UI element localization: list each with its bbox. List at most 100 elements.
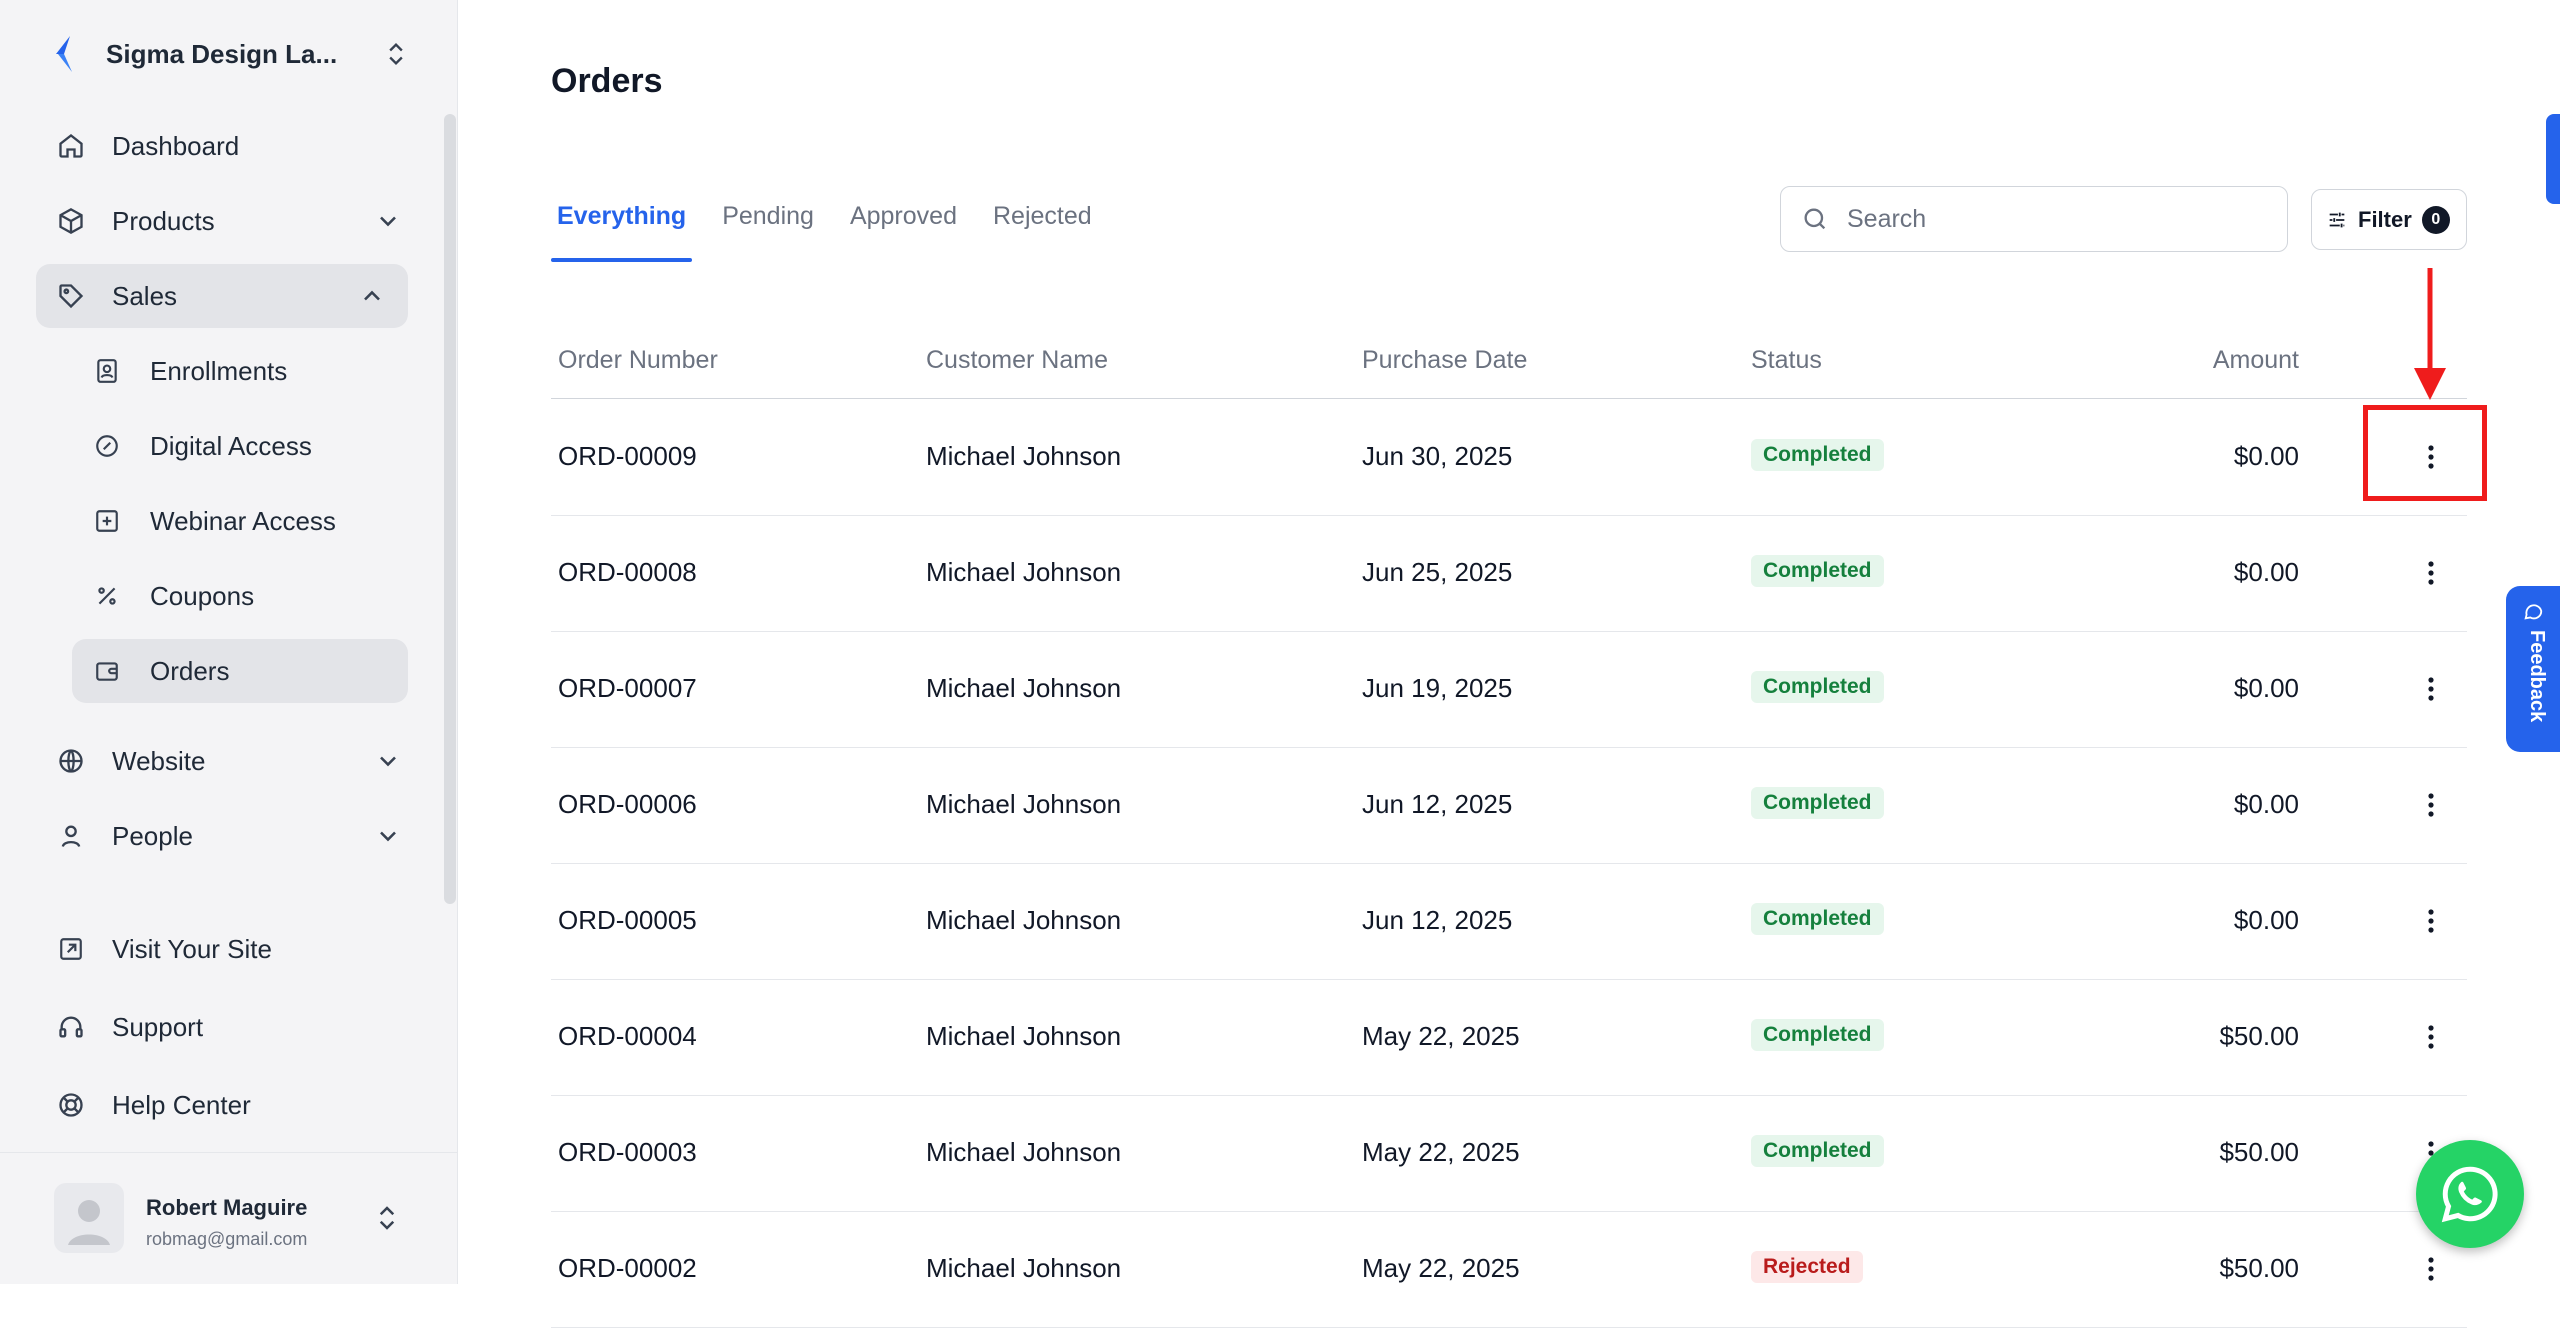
order-number[interactable]: ORD-00003 bbox=[558, 1137, 697, 1168]
sidebar-item-visit-site[interactable]: Visit Your Site bbox=[56, 917, 408, 981]
wallet-icon bbox=[92, 656, 122, 686]
purchase-date: Jun 30, 2025 bbox=[1362, 441, 1513, 471]
sidebar-item-enrollments[interactable]: Enrollments bbox=[92, 339, 408, 403]
status-badge: Completed bbox=[1751, 671, 1884, 703]
order-amount: $0.00 bbox=[2233, 441, 2299, 471]
customer-name: Michael Johnson bbox=[926, 557, 1122, 587]
status-badge: Completed bbox=[1751, 1019, 1884, 1051]
table-row[interactable]: ORD-00003 Michael Johnson May 22, 2025 Comp… bbox=[551, 1095, 2467, 1212]
box-icon bbox=[56, 206, 86, 236]
customer-name: Michael Johnson bbox=[926, 441, 1122, 471]
sidebar-item-support[interactable]: Support bbox=[56, 995, 408, 1059]
status-badge: Completed bbox=[1751, 903, 1884, 935]
sidebar-item-webinar-access[interactable]: Webinar Access bbox=[92, 489, 408, 553]
table-row[interactable]: ORD-00006 Michael Johnson Jun 12, 2025 Comp… bbox=[551, 747, 2467, 864]
status-badge: Completed bbox=[1751, 787, 1884, 819]
column-header-order-number[interactable]: Order Number bbox=[558, 346, 718, 375]
order-amount: $0.00 bbox=[2233, 789, 2299, 819]
search-input[interactable] bbox=[1845, 203, 2269, 235]
table-row[interactable]: ORD-00004 Michael Johnson May 22, 2025 Comp… bbox=[551, 979, 2467, 1096]
sidebar-item-website[interactable]: Website bbox=[56, 729, 408, 793]
sidebar-item-label: Products bbox=[112, 205, 215, 236]
order-amount: $0.00 bbox=[2233, 557, 2299, 587]
customer-name: Michael Johnson bbox=[926, 905, 1122, 935]
tab-everything[interactable]: Everything bbox=[551, 190, 693, 262]
user-menu[interactable]: Robert Maguire robmag@gmail.com bbox=[0, 1152, 458, 1285]
row-actions-button[interactable] bbox=[2411, 785, 2451, 825]
filter-label: Filter bbox=[2358, 206, 2412, 232]
status-badge: Completed bbox=[1751, 439, 1884, 471]
column-header-customer-name[interactable]: Customer Name bbox=[926, 346, 1108, 375]
gauge-icon bbox=[92, 431, 122, 461]
row-actions-button[interactable] bbox=[2411, 553, 2451, 593]
sidebar-item-sales[interactable]: Sales bbox=[36, 264, 408, 328]
table-row[interactable]: ORD-00005 Michael Johnson Jun 12, 2025 Comp… bbox=[551, 863, 2467, 980]
table-row[interactable]: ORD-00009 Michael Johnson Jun 30, 2025 Comp… bbox=[551, 399, 2467, 516]
tab-rejected[interactable]: Rejected bbox=[987, 190, 1098, 262]
order-number[interactable]: ORD-00009 bbox=[558, 441, 697, 472]
chevron-up-icon bbox=[364, 290, 380, 301]
column-header-status[interactable]: Status bbox=[1751, 346, 1822, 375]
sidebar-item-help-center[interactable]: Help Center bbox=[56, 1073, 408, 1137]
sidebar-item-dashboard[interactable]: Dashboard bbox=[56, 114, 408, 178]
table-row[interactable]: ORD-00008 Michael Johnson Jun 25, 2025 Comp… bbox=[551, 515, 2467, 632]
sidebar-scrollbar[interactable] bbox=[444, 114, 456, 904]
column-header-amount[interactable]: Amount bbox=[2213, 346, 2299, 375]
row-actions-button[interactable] bbox=[2411, 669, 2451, 709]
user-icon bbox=[56, 821, 86, 851]
whatsapp-button[interactable] bbox=[2416, 1140, 2524, 1248]
brand-name: Sigma Design La... bbox=[106, 38, 338, 69]
order-number[interactable]: ORD-00005 bbox=[558, 905, 697, 936]
sidebar-item-label: Support bbox=[112, 1011, 204, 1042]
brand-switcher[interactable]: Sigma Design La... bbox=[50, 28, 410, 80]
table-row[interactable]: ORD-00007 Michael Johnson Jun 19, 2025 Comp… bbox=[551, 631, 2467, 748]
table-header: Order Number Customer Name Purchase Date… bbox=[551, 334, 2467, 399]
filter-count-badge: 0 bbox=[2421, 205, 2450, 234]
status-badge: Rejected bbox=[1751, 1251, 1863, 1283]
purchase-date: Jun 25, 2025 bbox=[1362, 557, 1513, 587]
purchase-date: May 22, 2025 bbox=[1362, 1253, 1520, 1283]
row-actions-button[interactable] bbox=[2411, 1017, 2451, 1057]
chat-bubble-icon bbox=[2524, 604, 2543, 620]
search-box bbox=[1780, 186, 2288, 252]
sidebar-item-label: Orders bbox=[150, 655, 230, 686]
sidebar-item-products[interactable]: Products bbox=[56, 189, 408, 253]
sidebar-item-people[interactable]: People bbox=[56, 804, 408, 868]
order-number[interactable]: ORD-00006 bbox=[558, 789, 697, 820]
order-amount: $50.00 bbox=[2219, 1253, 2299, 1283]
order-number[interactable]: ORD-00008 bbox=[558, 557, 697, 588]
lifebuoy-icon bbox=[56, 1090, 86, 1120]
sidebar-item-label: Enrollments bbox=[150, 355, 288, 386]
globe-icon bbox=[56, 746, 86, 776]
page-title: Orders bbox=[551, 62, 663, 100]
row-actions-button[interactable] bbox=[2411, 1249, 2451, 1289]
filter-button[interactable]: Filter 0 bbox=[2311, 189, 2467, 250]
purchase-date: May 22, 2025 bbox=[1362, 1021, 1520, 1051]
more-vertical-icon bbox=[2428, 1257, 2434, 1281]
sidebar-item-label: Help Center bbox=[112, 1089, 251, 1120]
side-panel-tab[interactable] bbox=[2546, 114, 2560, 204]
sidebar-item-coupons[interactable]: Coupons bbox=[92, 564, 408, 628]
more-vertical-icon bbox=[2428, 793, 2434, 817]
order-number[interactable]: ORD-00002 bbox=[558, 1253, 697, 1284]
chevron-down-icon bbox=[380, 831, 396, 842]
column-header-purchase-date[interactable]: Purchase Date bbox=[1362, 346, 1527, 375]
order-number[interactable]: ORD-00007 bbox=[558, 673, 697, 704]
table-row[interactable]: ORD-00002 Michael Johnson May 22, 2025 Reje… bbox=[551, 1211, 2467, 1328]
order-number[interactable]: ORD-00004 bbox=[558, 1021, 697, 1052]
brand-logo-icon bbox=[56, 36, 72, 72]
sidebar-item-label: Dashboard bbox=[112, 130, 240, 161]
status-badge: Completed bbox=[1751, 555, 1884, 587]
sidebar-item-label: Coupons bbox=[150, 580, 255, 611]
sidebar-item-orders[interactable]: Orders bbox=[72, 639, 408, 703]
row-actions-button[interactable] bbox=[2411, 901, 2451, 941]
whatsapp-icon bbox=[2441, 1166, 2498, 1223]
customer-name: Michael Johnson bbox=[926, 673, 1122, 703]
annotation-arrow-icon bbox=[2414, 268, 2446, 400]
percent-icon bbox=[92, 581, 122, 611]
chevron-down-icon bbox=[380, 756, 396, 767]
sidebar-item-digital-access[interactable]: Digital Access bbox=[92, 414, 408, 478]
tab-approved[interactable]: Approved bbox=[844, 190, 963, 262]
external-link-icon bbox=[56, 934, 86, 964]
tab-pending[interactable]: Pending bbox=[716, 190, 820, 262]
